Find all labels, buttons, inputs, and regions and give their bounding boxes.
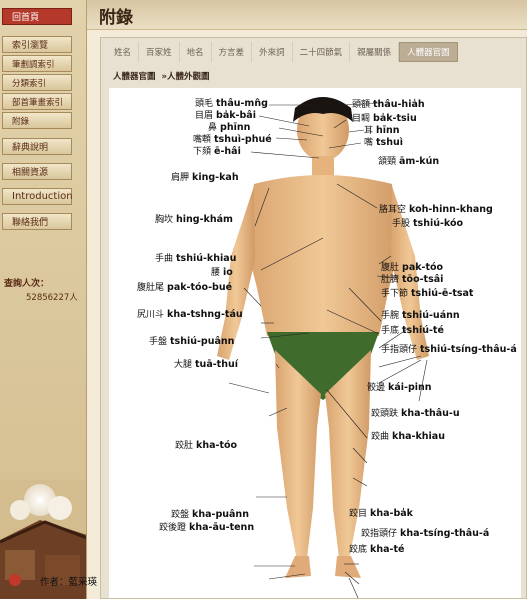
label-palm: 手底 tshiú-té [381, 325, 444, 336]
label-lower-belly: 腹肚尾 pak-tóo-bué [137, 282, 233, 293]
label-palm-back: 手盤 tshiú-puânn [149, 336, 235, 347]
label-shoulder: 肩胛 king-kah [171, 172, 239, 183]
sidebar-item-dictionary-notes[interactable]: 辭典說明 [2, 138, 72, 155]
sidebar-item-radical-index[interactable]: 部首筆畫索引 [2, 93, 72, 110]
label-armpit: 胳耳空 koh-hinn-khang [379, 204, 493, 215]
label-eye: 目睭 ba̍k-tsiu [352, 113, 417, 124]
breadcrumb: 人體器官圖 »人體外觀圖 [113, 70, 210, 82]
label-chest: 胸坎 hing-khám [155, 214, 233, 225]
label-knee: 跤頭趺 kha-thâu-u [371, 408, 460, 419]
label-neck: 頷頸 ām-kún [378, 156, 440, 167]
label-heel: 跤後蹬 kha-āu-tenn [159, 522, 255, 533]
sidebar-item-stroke-index[interactable]: 筆劃調索引 [2, 55, 72, 72]
visitor-counter-label: 查詢人次： [4, 279, 50, 289]
label-chin: 下頦 ē-hâi [193, 146, 241, 157]
label-elbow: 手曲 tshiú-khiau [155, 253, 237, 264]
page-title: 附錄 [99, 8, 133, 28]
sidebar-item-introduction[interactable]: Introduction [2, 188, 73, 205]
tab-kinship[interactable]: 親屬關係 [350, 42, 400, 62]
label-calf: 跤肚 kha-tóo [175, 440, 238, 451]
tab-place-names[interactable]: 地名 [180, 42, 212, 62]
label-toe: 跤指頭仔 kha-tsíng-thâu-á [361, 528, 490, 539]
label-ear: 耳 hīnn [364, 125, 400, 136]
label-sole: 跤底 kha-té [349, 544, 405, 555]
label-ankle: 跤目 kha-ba̍k [349, 508, 413, 519]
figure-area: 頭毛 thâu-mn̂g 目眉 ba̍k-bâi 鼻 phīnn 嘴䫌 tshuì-ph… [109, 88, 521, 599]
label-eyebrow: 目眉 ba̍k-bâi [195, 110, 256, 121]
breadcrumb-body-appearance: »人體外觀圖 [161, 72, 210, 82]
sidebar-item-category-index[interactable]: 分類索引 [2, 74, 72, 91]
tab-body-organs[interactable]: 人體器官圖 [399, 42, 458, 62]
tab-dialect-differences[interactable]: 方言差 [212, 42, 253, 62]
label-thigh: 大腿 tuā-thuí [174, 359, 238, 370]
page-header: 附錄 [87, 0, 527, 30]
label-belly: 腹肚 pak-tóo [381, 262, 444, 273]
label-finger: 手指頭仔 tshiú-tsíng-thâu-á [381, 344, 517, 355]
tab-names[interactable]: 姓名 [107, 42, 140, 62]
label-forearm: 手下節 tshiú-ē-tsat [381, 288, 474, 299]
breadcrumb-body-organs[interactable]: 人體器官圖 [113, 70, 156, 82]
label-groin: 骹邊 kái-pinn [367, 382, 432, 393]
label-nose: 鼻 phīnn [208, 122, 251, 133]
label-buttocks: 尻川斗 kha-tshng-táu [137, 309, 243, 320]
label-waist: 腰 io [211, 267, 233, 278]
appendix-panel: 姓名 百家姓 地名 方言差 外來詞 二十四節氣 親屬關係 人體器官圖 人體器官圖… [100, 37, 527, 599]
label-forehead: 頭額 thâu-hia̍h [352, 99, 425, 110]
author-credit: 作者：藍采瑛 [40, 577, 98, 588]
label-back-of-knee: 跤曲 kha-khiau [371, 431, 445, 442]
label-cheek: 嘴䫌 tshuì-phué [193, 134, 272, 145]
sidebar: 回首頁 索引瀏覽 筆劃調索引 分類索引 部首筆畫索引 附錄 辭典說明 相關資源 … [0, 0, 87, 599]
tab-solar-terms[interactable]: 二十四節氣 [293, 42, 351, 62]
label-upper-arm: 手股 tshiú-kóo [392, 218, 464, 229]
tab-surnames[interactable]: 百家姓 [139, 42, 180, 62]
label-navel: 肚臍 tōo-tsâi [381, 274, 444, 285]
visitor-counter-value: 52856227人 [26, 293, 78, 303]
label-mouth: 嘴 tshuì [364, 137, 403, 148]
sidebar-item-appendix[interactable]: 附錄 [2, 112, 72, 129]
label-wrist: 手腕 tshiú-uánn [381, 310, 460, 321]
tab-loanwords[interactable]: 外來詞 [252, 42, 293, 62]
sidebar-item-index-browse[interactable]: 索引瀏覽 [2, 36, 72, 53]
sidebar-item-contact[interactable]: 聯絡我們 [2, 213, 72, 230]
home-button[interactable]: 回首頁 [2, 8, 72, 25]
label-instep: 跤盤 kha-puânn [171, 509, 249, 520]
body-silhouette [217, 97, 429, 578]
label-hair: 頭毛 thâu-mn̂g [195, 98, 268, 109]
sidebar-item-related-resources[interactable]: 相關資源 [2, 163, 72, 180]
tab-bar: 姓名 百家姓 地名 方言差 外來詞 二十四節氣 親屬關係 人體器官圖 [101, 42, 527, 62]
